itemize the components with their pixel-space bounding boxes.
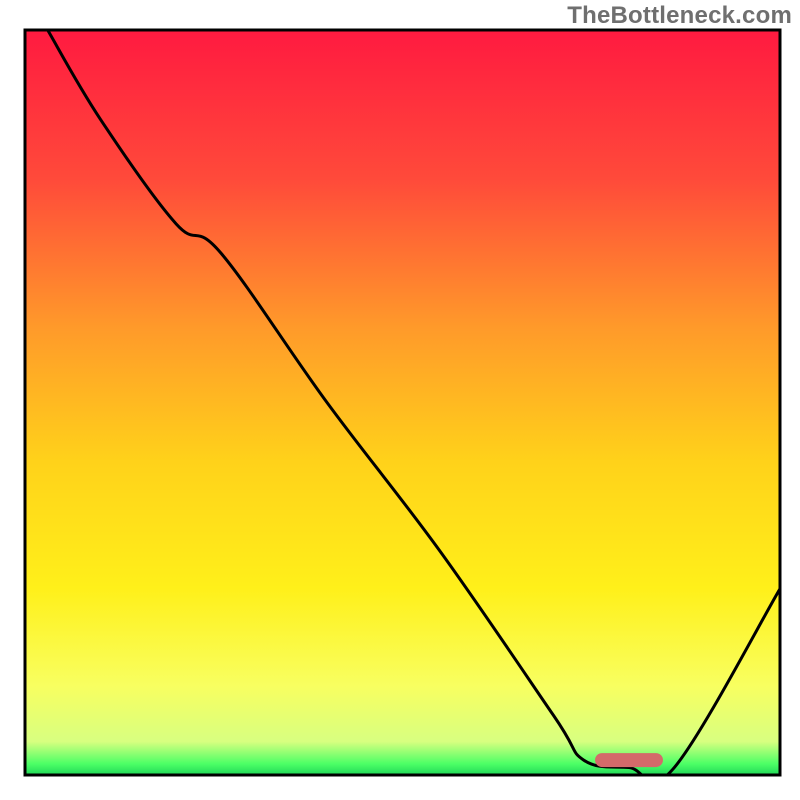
bottleneck-chart (0, 0, 800, 800)
gradient-background (25, 30, 780, 775)
optimal-marker (595, 753, 663, 767)
chart-stage: TheBottleneck.com (0, 0, 800, 800)
